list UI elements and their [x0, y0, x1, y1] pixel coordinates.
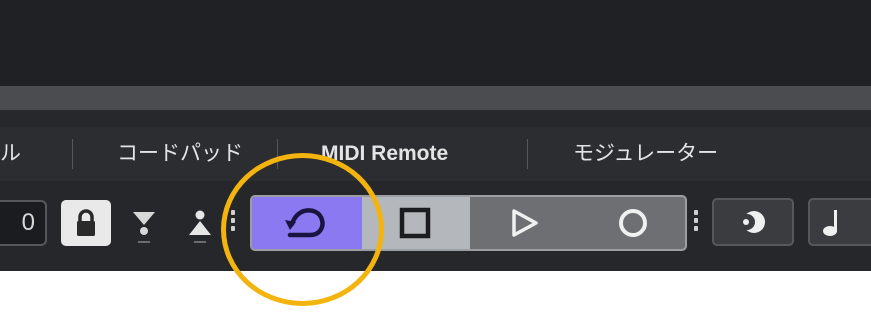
moon-icon — [739, 211, 765, 233]
play-button[interactable] — [470, 197, 578, 249]
tab-modulators[interactable]: モジュレーター — [573, 127, 718, 181]
lock-button[interactable] — [61, 200, 111, 246]
scroll-band — [0, 86, 871, 110]
cycle-icon — [285, 208, 325, 238]
tab-separator — [72, 139, 73, 169]
marker-up-button[interactable] — [181, 200, 219, 246]
marker-down-button[interactable] — [125, 200, 163, 246]
cycle-button[interactable] — [252, 197, 362, 249]
divider-band — [0, 110, 871, 127]
stop-button[interactable] — [362, 197, 470, 249]
grip-handle[interactable] — [230, 210, 236, 234]
tab-separator — [527, 139, 528, 169]
tab-chord-pads[interactable]: コードパッド — [117, 127, 243, 181]
tab-midi-remote[interactable]: MIDI Remote — [321, 127, 448, 181]
transport-panel — [250, 195, 687, 251]
monitor-button[interactable] — [712, 198, 794, 246]
zone-tabs-row: ル コードパッド MIDI Remote モジュレーター — [0, 127, 871, 181]
record-button[interactable] — [578, 197, 685, 249]
transport-toolbar: 0 — [0, 181, 871, 271]
tab-partial[interactable]: ル — [0, 127, 21, 181]
tab-separator — [277, 139, 278, 169]
note-button[interactable] — [808, 198, 871, 246]
play-icon — [512, 209, 538, 237]
grip-handle[interactable] — [693, 210, 699, 234]
lock-icon — [77, 209, 95, 236]
numeric-field[interactable]: 0 — [0, 200, 47, 246]
upper-dark-area — [0, 0, 871, 86]
note-icon — [823, 210, 837, 236]
stop-icon — [399, 207, 431, 239]
person-up-icon — [189, 210, 211, 243]
record-icon — [619, 209, 647, 237]
hourglass-down-icon — [133, 212, 155, 243]
